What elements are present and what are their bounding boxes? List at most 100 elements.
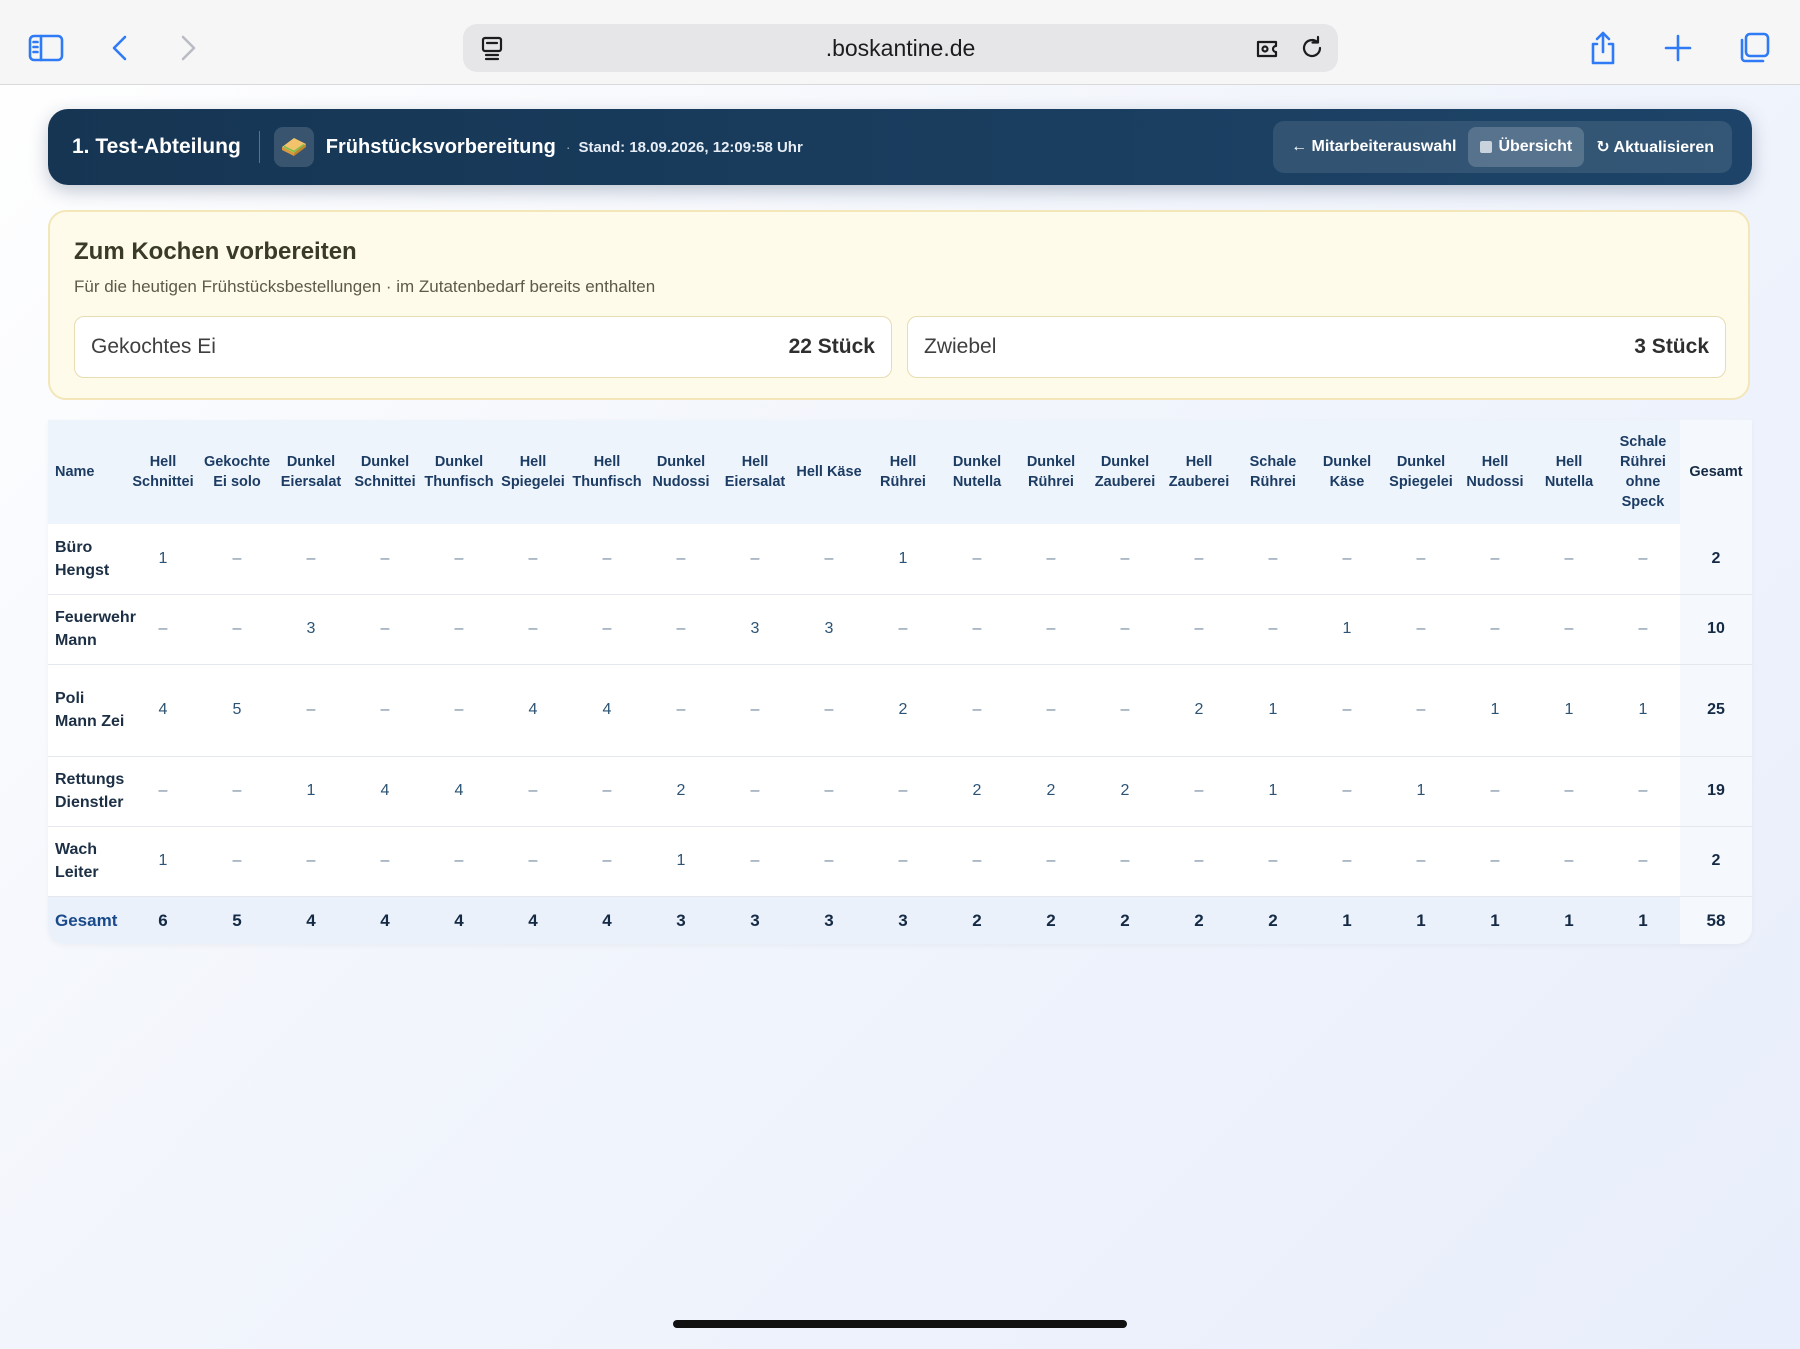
table-cell: – <box>972 620 982 637</box>
table-cell: – <box>898 620 908 637</box>
new-tab-icon[interactable] <box>1656 26 1700 70</box>
footer-cell: 4 <box>602 911 612 931</box>
table-cell: – <box>824 701 834 718</box>
overview-square-icon <box>1480 141 1493 153</box>
table-cell: – <box>824 852 834 869</box>
footer-cell: 3 <box>898 911 908 931</box>
table-cell: – <box>1490 620 1500 637</box>
row-name: Feuerwehr Mann <box>55 609 136 649</box>
row-name: Wach Leiter <box>55 841 99 881</box>
table-cell: – <box>602 852 612 869</box>
header-button-group: ← Mitarbeiterauswahl Übersicht ↻ Aktuali… <box>1273 121 1732 173</box>
table-cell: – <box>1564 549 1574 567</box>
table-cell: – <box>1194 782 1204 799</box>
column-header: Hell Spiegelei <box>501 454 565 490</box>
sidebar-icon[interactable] <box>24 26 68 70</box>
sandwich-icon <box>273 127 314 167</box>
row-name: Rettungs Dienstler <box>55 771 125 811</box>
column-header: Hell Eiersalat <box>724 454 786 490</box>
table-cell: – <box>1046 620 1056 637</box>
table-cell: 1 <box>1564 701 1574 718</box>
employee-select-button[interactable]: ← Mitarbeiterauswahl <box>1279 127 1468 167</box>
footer-cell: 4 <box>454 911 464 931</box>
app-header: 1. Test-Abteilung Frühstücksvorbereitung… <box>48 109 1752 185</box>
table-cell: 4 <box>454 782 464 799</box>
table-cell: – <box>158 782 168 799</box>
table-cell: – <box>1490 549 1500 567</box>
table-cell: – <box>1416 549 1426 567</box>
footer-cell: 6 <box>158 911 168 931</box>
browser-toolbar: .boskantine.de <box>0 0 1800 85</box>
table-cell: – <box>972 852 982 869</box>
header-divider <box>258 131 260 163</box>
table-cell: – <box>1564 620 1574 637</box>
share-icon[interactable] <box>1581 26 1625 70</box>
table-cell: – <box>1194 549 1204 567</box>
table-cell: – <box>306 549 316 567</box>
table-cell: – <box>454 852 464 869</box>
table-cell: – <box>306 852 316 869</box>
footer-cell: 1 <box>1416 911 1426 931</box>
table-cell: 2 <box>898 701 908 718</box>
column-header: Schale Rührei <box>1249 454 1297 490</box>
column-header: Hell Nutella <box>1544 454 1594 490</box>
prep-item: Zwiebel 3 Stück <box>907 316 1726 378</box>
prep-item-qty: 22 Stück <box>788 335 875 358</box>
table-cell: – <box>1416 620 1426 637</box>
footer-cell: 4 <box>380 911 390 931</box>
row-name: Büro Hengst <box>55 538 110 579</box>
table-cell: – <box>528 782 538 799</box>
table-cell: – <box>1490 782 1500 799</box>
table-cell: – <box>898 852 908 869</box>
footer-cell: 1 <box>1490 911 1500 931</box>
table-cell: – <box>232 782 242 799</box>
footer-cell: 3 <box>676 911 686 931</box>
table-cell: – <box>1120 620 1130 637</box>
overview-button[interactable]: Übersicht <box>1468 127 1585 167</box>
table-cell: 4 <box>158 701 168 718</box>
table-cell: – <box>1342 701 1352 718</box>
table-row: Rettungs Dienstler – – 1 4 4 – – 2 – – – 2 2 2 – 1 – 1 – – – 1… <box>48 756 1752 826</box>
table-cell: – <box>1268 549 1278 567</box>
table-cell: – <box>380 549 390 567</box>
footer-cell: 5 <box>232 911 242 931</box>
table-cell: 1 <box>158 852 168 869</box>
table-cell: – <box>1268 852 1278 869</box>
table-cell: – <box>1638 549 1648 567</box>
forward-icon[interactable] <box>166 26 210 70</box>
extension-icon[interactable] <box>1254 33 1284 63</box>
reload-icon[interactable] <box>1297 33 1327 63</box>
footer-cell: 2 <box>1120 911 1130 931</box>
footer-cell: 2 <box>972 911 982 931</box>
address-bar[interactable]: .boskantine.de <box>463 24 1338 72</box>
table-cell: 1 <box>1416 782 1426 799</box>
table-cell: – <box>306 701 316 718</box>
table-cell: – <box>454 549 464 567</box>
back-icon[interactable] <box>98 26 142 70</box>
table-cell: – <box>232 549 242 567</box>
row-total: 25 <box>1680 664 1752 756</box>
prep-item-name: Zwiebel <box>924 335 997 358</box>
table-cell: – <box>528 620 538 637</box>
table-header-row: Name Hell Schnittei Gekochte Ei solo Dunkel… <box>48 420 1752 524</box>
refresh-button[interactable]: ↻ Aktualisieren <box>1584 126 1726 168</box>
column-header: Gekochte Ei solo <box>203 454 271 490</box>
table-cell: 1 <box>1490 701 1500 718</box>
title-separator: · <box>565 139 571 155</box>
table-cell: – <box>1194 620 1204 637</box>
order-table-container: Name Hell Schnittei Gekochte Ei solo Dunkel… <box>48 420 1752 944</box>
table-footer-row: Gesamt 6 5 4 4 4 4 4 3 3 3 3 2 2 2 2 2 1 1 1 1 1 58 <box>48 896 1752 944</box>
table-cell: – <box>1046 701 1056 718</box>
column-header: Hell Schnittei <box>132 454 194 490</box>
table-cell: 2 <box>972 782 982 799</box>
url-text[interactable]: .boskantine.de <box>463 35 1338 62</box>
table-cell: – <box>528 852 538 869</box>
table-cell: 2 <box>1046 782 1056 799</box>
timestamp: Stand: 18.09.2026, 12:09:58 Uhr <box>578 138 803 156</box>
row-total: 2 <box>1680 524 1752 594</box>
footer-label: Gesamt <box>55 911 118 931</box>
table-cell: 2 <box>1194 701 1204 718</box>
tabs-overview-icon[interactable] <box>1732 26 1776 70</box>
column-header: Hell Thunfisch <box>572 454 642 490</box>
table-cell: 4 <box>602 701 612 718</box>
